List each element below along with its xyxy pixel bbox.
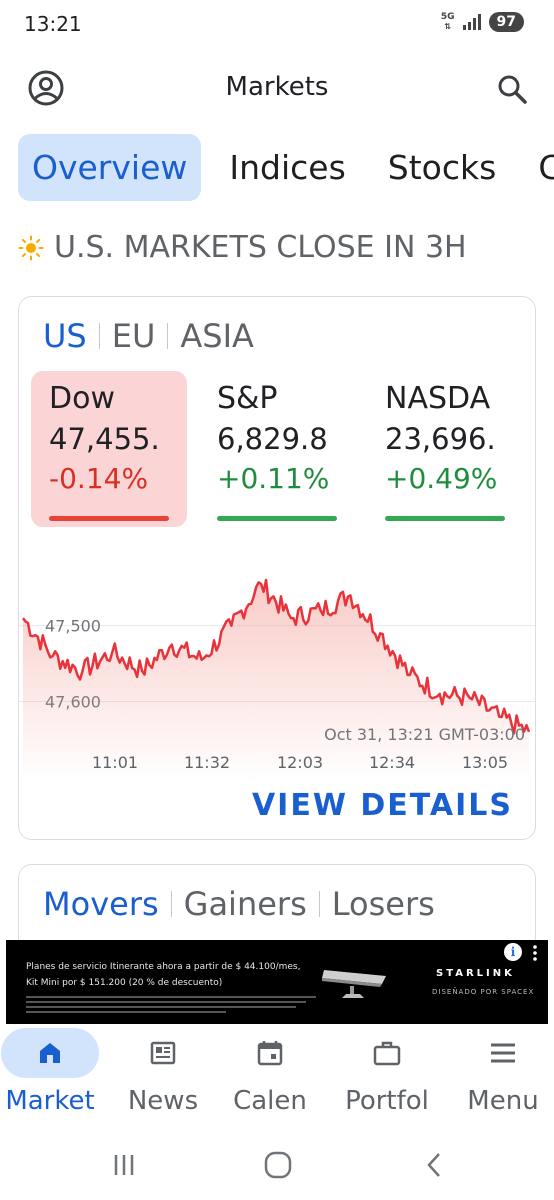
ad-brand: STARLINK (436, 968, 515, 979)
x-tick-label: 12:03 (276, 753, 324, 772)
x-tick-label: 11:32 (183, 753, 231, 772)
index-tile-nasdaq[interactable]: NASDA 23,696. +0.49% (367, 371, 523, 527)
tab-gainers[interactable]: Gainers (184, 885, 307, 923)
market-status: U.S. MARKETS CLOSE IN 3H (18, 230, 467, 265)
ad-banner[interactable]: Planes de servicio Itinerante ahora a pa… (6, 940, 548, 1024)
divider (318, 891, 320, 917)
section-tabs: Overview Indices Stocks Cr (18, 133, 554, 201)
status-time: 13:21 (24, 12, 82, 36)
bottom-navigation: Market News Calen Portfol Menu (0, 1024, 554, 1128)
network-type: 5G ⇅ (440, 12, 455, 32)
system-navigation (0, 1128, 554, 1200)
tab-losers[interactable]: Losers (332, 885, 435, 923)
index-change: -0.14% (49, 462, 149, 495)
index-trend-bar (217, 516, 337, 521)
indices-card: US EU ASIA Dow 47,455. -0.14% S&P 6,829.… (18, 296, 536, 840)
page-title: Markets (225, 72, 329, 102)
index-change: +0.11% (217, 462, 330, 495)
index-name: NASDA (385, 381, 491, 416)
more-vert-icon[interactable] (528, 944, 542, 962)
nav-market[interactable]: Market (0, 1024, 105, 1128)
search-icon (498, 75, 527, 104)
x-tick-label: 11:01 (91, 753, 139, 772)
y-tick-label: 47,500 (45, 617, 101, 636)
tab-movers[interactable]: Movers (43, 885, 159, 923)
nav-news[interactable]: News (108, 1024, 218, 1128)
divider (170, 891, 172, 917)
newspaper-icon (150, 1041, 176, 1065)
chart-area-fill (23, 580, 529, 781)
index-value: 23,696. (385, 422, 496, 456)
region-tab-asia[interactable]: ASIA (180, 317, 254, 355)
home-circle-icon[interactable] (263, 1150, 293, 1180)
x-tick-label: 12:34 (368, 753, 416, 772)
nav-label: Calen (233, 1086, 307, 1116)
index-tile-dow[interactable]: Dow 47,455. -0.14% (31, 371, 187, 527)
market-status-text: U.S. MARKETS CLOSE IN 3H (54, 230, 467, 265)
region-tab-eu[interactable]: EU (112, 317, 156, 355)
ad-brand-sub: DISEÑADO POR SPACEX (432, 988, 535, 996)
index-change: +0.49% (385, 462, 498, 495)
divider (98, 323, 100, 349)
chart-x-axis: 11:01 11:32 12:03 12:34 13:05 (19, 753, 535, 777)
ad-headline: Planes de servicio Itinerante ahora a pa… (26, 962, 301, 972)
index-name: Dow (49, 381, 115, 416)
ad-fine-print (26, 996, 326, 1016)
briefcase-icon (373, 1041, 401, 1066)
back-icon[interactable] (420, 1150, 450, 1180)
recents-icon[interactable] (110, 1150, 140, 1180)
tab-indices[interactable]: Indices (215, 134, 359, 201)
index-value: 6,829.8 (217, 422, 328, 456)
view-details-button[interactable]: VIEW DETAILS (252, 788, 513, 823)
search-button[interactable] (492, 69, 532, 109)
nav-label: Menu (467, 1086, 539, 1116)
ad-subline: Kit Mini por $ 151.200 (20 % de descuent… (26, 978, 223, 988)
home-icon (40, 1043, 60, 1063)
region-tab-us[interactable]: US (43, 317, 87, 355)
chart-timestamp: Oct 31, 13:21 GMT-03:00 (324, 725, 525, 744)
index-trend-bar (49, 516, 169, 521)
calendar-icon (257, 1041, 283, 1066)
index-trend-bar (385, 516, 505, 521)
nav-calendar[interactable]: Calen (215, 1024, 325, 1128)
index-name: S&P (217, 381, 278, 416)
nav-menu[interactable]: Menu (448, 1024, 554, 1128)
index-value: 47,455. (49, 422, 160, 456)
menu-icon (491, 1043, 515, 1063)
nav-label: Portfol (345, 1086, 429, 1116)
battery-indicator: 97 (488, 12, 524, 32)
x-tick-label: 13:05 (461, 753, 509, 772)
info-icon[interactable]: i (504, 943, 522, 961)
tab-stocks[interactable]: Stocks (374, 134, 511, 201)
index-tile-sp[interactable]: S&P 6,829.8 +0.11% (199, 371, 355, 527)
region-tabs: US EU ASIA (43, 317, 254, 355)
movers-tabs: Movers Gainers Losers (43, 885, 435, 923)
nav-portfolio[interactable]: Portfol (332, 1024, 442, 1128)
divider (167, 323, 169, 349)
signal-icon (462, 14, 481, 30)
status-bar: 13:21 5G ⇅ 97 (0, 0, 554, 50)
tab-overview[interactable]: Overview (18, 133, 202, 201)
status-icons: 5G ⇅ 97 (441, 12, 524, 32)
app-bar: Markets (0, 52, 554, 124)
satellite-dish-image (322, 970, 386, 998)
dow-intraday-chart[interactable]: 47,60047,500 (19, 551, 536, 781)
tab-crypto[interactable]: Cr (524, 134, 554, 201)
sun-icon (18, 235, 44, 260)
